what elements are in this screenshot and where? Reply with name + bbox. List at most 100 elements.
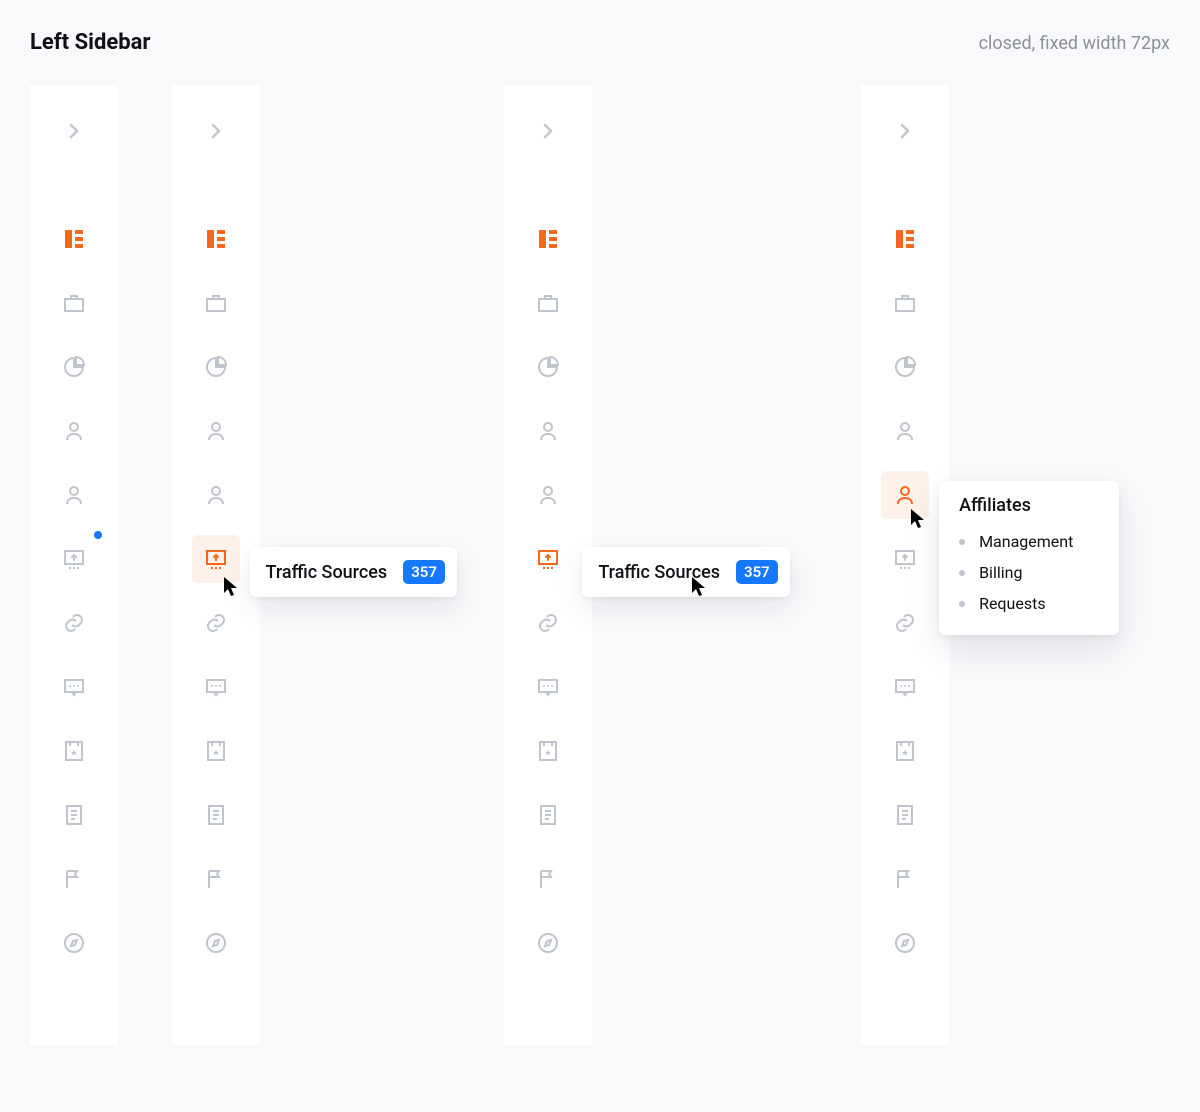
submenu-item-requests[interactable]: Requests: [959, 588, 1099, 619]
sidebar-item-deals[interactable]: [172, 719, 260, 783]
tooltip-label: Traffic Sources: [598, 562, 720, 583]
sidebar: [504, 85, 592, 1045]
sidebar-item-analytics[interactable]: [504, 335, 592, 399]
link-icon: [536, 611, 560, 635]
sidebar-item-deals[interactable]: [30, 719, 118, 783]
link-icon: [893, 611, 917, 635]
tooltip-traffic-sources[interactable]: Traffic Sources 357: [582, 547, 789, 597]
upload-monitor-icon: [204, 547, 228, 571]
sidebar-item-links[interactable]: [30, 591, 118, 655]
compass-icon: [204, 931, 228, 955]
submenu-title: Affiliates: [959, 495, 1099, 516]
sidebar-item-flags[interactable]: [861, 847, 949, 911]
submenu-affiliates[interactable]: Affiliates Management Billing Requests: [939, 481, 1119, 635]
sidebar-item-affiliates[interactable]: [30, 463, 118, 527]
sidebar-item-explore[interactable]: [172, 911, 260, 975]
sidebar-item-flags[interactable]: [172, 847, 260, 911]
sidebar-item-traffic-sources[interactable]: [861, 527, 949, 591]
submenu-item-label: Management: [979, 532, 1073, 551]
briefcase-icon: [893, 291, 917, 315]
sidebar-item-messages[interactable]: [172, 655, 260, 719]
sidebar-item-flags[interactable]: [30, 847, 118, 911]
sidebar-item-traffic-sources[interactable]: [172, 527, 260, 591]
variant-submenu-open: Affiliates Management Billing Requests: [861, 85, 1170, 1045]
submenu-item-label: Billing: [979, 563, 1022, 582]
flag-icon: [204, 867, 228, 891]
sidebar-item-explore[interactable]: [861, 911, 949, 975]
submenu-item-billing[interactable]: Billing: [959, 557, 1099, 588]
sidebar-item-deals[interactable]: [861, 719, 949, 783]
sidebar-item-analytics[interactable]: [30, 335, 118, 399]
person-icon: [62, 483, 86, 507]
sidebar-item-links[interactable]: [172, 591, 260, 655]
sidebar-item-dashboard[interactable]: [504, 207, 592, 271]
sidebar-item-users[interactable]: [172, 399, 260, 463]
sidebar-item-work[interactable]: [861, 271, 949, 335]
dashboard-icon: [204, 227, 228, 251]
bullet-icon: [959, 570, 965, 576]
person-icon: [536, 483, 560, 507]
briefcase-icon: [62, 291, 86, 315]
sidebar-item-dashboard[interactable]: [172, 207, 260, 271]
bullet-icon: [959, 539, 965, 545]
tooltip-traffic-sources[interactable]: Traffic Sources 357: [250, 547, 457, 597]
sidebar-item-users[interactable]: [861, 399, 949, 463]
dashboard-icon: [536, 227, 560, 251]
sidebar-item-work[interactable]: [504, 271, 592, 335]
page-subtitle: closed, fixed width 72px: [979, 33, 1170, 54]
message-icon: [536, 675, 560, 699]
sidebar-item-traffic-sources[interactable]: [30, 527, 118, 591]
sidebar-item-affiliates[interactable]: [172, 463, 260, 527]
sidebar-item-links[interactable]: [504, 591, 592, 655]
person-icon: [62, 419, 86, 443]
variant-default-dot: [30, 85, 172, 1045]
document-icon: [62, 803, 86, 827]
sidebar-item-messages[interactable]: [30, 655, 118, 719]
chevron-right-icon[interactable]: [62, 119, 86, 143]
document-icon: [204, 803, 228, 827]
sidebar-item-dashboard[interactable]: [30, 207, 118, 271]
sidebar-item-dashboard[interactable]: [861, 207, 949, 271]
sidebar-item-flags[interactable]: [504, 847, 592, 911]
link-icon: [62, 611, 86, 635]
sidebar-item-users[interactable]: [30, 399, 118, 463]
file-star-icon: [204, 739, 228, 763]
upload-monitor-icon: [62, 547, 86, 571]
sidebar-item-explore[interactable]: [30, 911, 118, 975]
sidebar-item-reports[interactable]: [30, 783, 118, 847]
pie-chart-icon: [536, 355, 560, 379]
sidebar-item-deals[interactable]: [504, 719, 592, 783]
flag-icon: [536, 867, 560, 891]
sidebar-item-reports[interactable]: [504, 783, 592, 847]
sidebar-item-work[interactable]: [172, 271, 260, 335]
sidebar-item-users[interactable]: [504, 399, 592, 463]
compass-icon: [536, 931, 560, 955]
page-title: Left Sidebar: [30, 30, 150, 55]
dashboard-icon: [62, 227, 86, 251]
sidebar-item-links[interactable]: [861, 591, 949, 655]
chevron-right-icon[interactable]: [536, 119, 560, 143]
chevron-right-icon[interactable]: [204, 119, 228, 143]
briefcase-icon: [536, 291, 560, 315]
sidebar: [172, 85, 260, 1045]
chevron-right-icon[interactable]: [893, 119, 917, 143]
submenu-item-management[interactable]: Management: [959, 526, 1099, 557]
compass-icon: [62, 931, 86, 955]
sidebar-item-reports[interactable]: [861, 783, 949, 847]
sidebar-item-analytics[interactable]: [172, 335, 260, 399]
pie-chart-icon: [62, 355, 86, 379]
sidebar-item-messages[interactable]: [861, 655, 949, 719]
sidebar-item-traffic-sources[interactable]: [504, 527, 592, 591]
sidebar-item-explore[interactable]: [504, 911, 592, 975]
file-star-icon: [536, 739, 560, 763]
sidebar-item-work[interactable]: [30, 271, 118, 335]
person-icon: [893, 483, 917, 507]
sidebar-item-reports[interactable]: [172, 783, 260, 847]
sidebar-item-messages[interactable]: [504, 655, 592, 719]
sidebar-item-affiliates[interactable]: [504, 463, 592, 527]
pie-chart-icon: [893, 355, 917, 379]
pie-chart-icon: [204, 355, 228, 379]
sidebar-item-affiliates[interactable]: [861, 463, 949, 527]
submenu-item-label: Requests: [979, 594, 1046, 613]
sidebar-item-analytics[interactable]: [861, 335, 949, 399]
